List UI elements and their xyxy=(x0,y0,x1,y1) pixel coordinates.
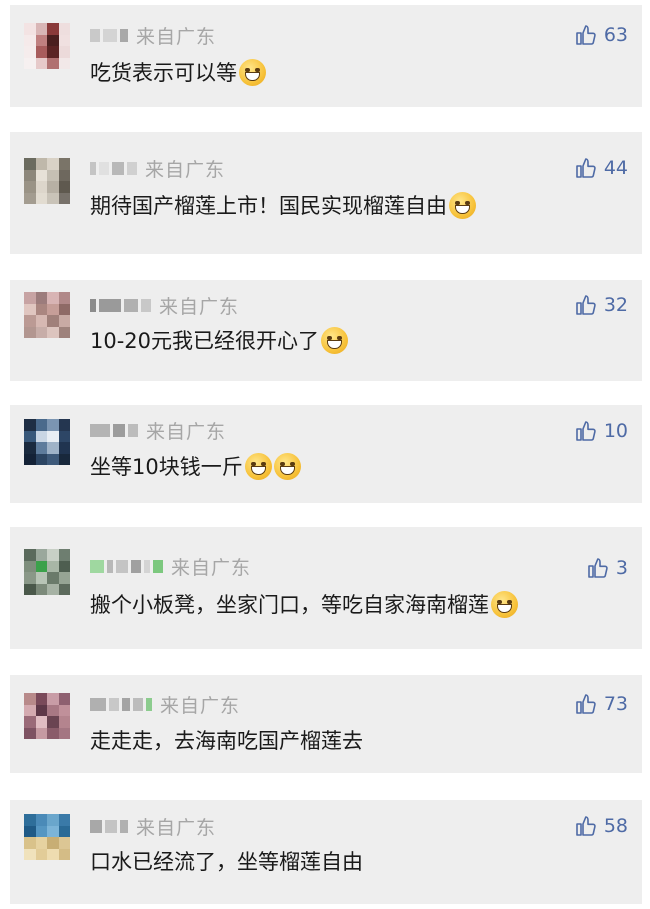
like-count: 32 xyxy=(603,294,628,316)
like-count: 44 xyxy=(603,157,628,179)
emoji-face-icon xyxy=(491,590,518,618)
comment-region: 来自广东 xyxy=(136,25,217,48)
like-count: 73 xyxy=(603,693,628,715)
like-button[interactable]: 58 xyxy=(574,812,628,840)
comment-meta: 来自广东 xyxy=(90,418,227,443)
username-pixelated[interactable] xyxy=(90,559,163,573)
comment-region: 来自广东 xyxy=(160,694,241,717)
avatar[interactable] xyxy=(24,419,70,465)
username-pixelated[interactable] xyxy=(90,819,128,833)
username-pixelated[interactable] xyxy=(90,28,128,42)
avatar[interactable] xyxy=(24,23,70,69)
comment-text: 期待国产榴莲上市！国民实现榴莲自由 xyxy=(90,190,476,220)
comment-text: 搬个小板凳，坐家门口，等吃自家海南榴莲 xyxy=(90,589,518,619)
like-button[interactable]: 3 xyxy=(586,554,628,582)
comment-region: 来自广东 xyxy=(145,158,226,181)
avatar[interactable] xyxy=(24,158,70,204)
emoji-face-icon xyxy=(449,191,476,219)
like-count: 10 xyxy=(603,420,628,442)
like-count: 63 xyxy=(603,24,628,46)
comment-region: 来自广东 xyxy=(146,420,227,443)
comment-card: 来自广东 坐等10块钱一斤 10 xyxy=(10,405,642,503)
comment-text: 吃货表示可以等 xyxy=(90,57,266,87)
avatar[interactable] xyxy=(24,292,70,338)
comment-meta: 来自广东 xyxy=(90,692,241,717)
username-pixelated[interactable] xyxy=(90,161,137,175)
comment-text-content: 吃货表示可以等 xyxy=(90,61,237,85)
like-button[interactable]: 32 xyxy=(574,291,628,319)
comment-text-content: 期待国产榴莲上市！国民实现榴莲自由 xyxy=(90,194,447,218)
like-button[interactable]: 63 xyxy=(574,21,628,49)
thumbs-up-icon xyxy=(576,158,596,178)
username-pixelated[interactable] xyxy=(90,697,152,711)
comment-card: 来自广东 期待国产榴莲上市！国民实现榴莲自由 44 xyxy=(10,132,642,254)
emoji-face-icon xyxy=(239,58,266,86)
username-pixelated[interactable] xyxy=(90,423,138,437)
comment-meta: 来自广东 xyxy=(90,554,252,579)
comment-text-content: 搬个小板凳，坐家门口，等吃自家海南榴莲 xyxy=(90,593,489,617)
thumbs-up-icon xyxy=(576,295,596,315)
thumbs-up-icon xyxy=(576,421,596,441)
like-count: 58 xyxy=(603,815,628,837)
comment-card: 来自广东 10-20元我已经很开心了 32 xyxy=(10,280,642,381)
comment-region: 来自广东 xyxy=(136,816,217,839)
comment-text: 走走走，去海南吃国产榴莲去 xyxy=(90,725,363,755)
comment-region: 来自广东 xyxy=(171,556,252,579)
thumbs-up-icon xyxy=(576,816,596,836)
username-pixelated[interactable] xyxy=(90,298,151,312)
avatar[interactable] xyxy=(24,693,70,739)
comment-meta: 来自广东 xyxy=(90,23,217,48)
emoji-face-icon xyxy=(273,452,301,480)
emoji-face-icon xyxy=(321,326,349,354)
thumbs-up-icon xyxy=(576,694,596,714)
comment-text-content: 口水已经流了，坐等榴莲自由 xyxy=(90,850,363,874)
avatar[interactable] xyxy=(24,814,70,860)
thumbs-up-icon xyxy=(588,558,608,578)
emoji-face-icon xyxy=(244,452,272,480)
comment-text: 口水已经流了，坐等榴莲自由 xyxy=(90,846,363,876)
comment-meta: 来自广东 xyxy=(90,814,217,839)
like-button[interactable]: 73 xyxy=(574,690,628,718)
comment-text: 10-20元我已经很开心了 xyxy=(90,325,349,355)
comment-meta: 来自广东 xyxy=(90,293,240,318)
comment-region: 来自广东 xyxy=(159,295,240,318)
like-button[interactable]: 10 xyxy=(574,417,628,445)
comment-card: 来自广东 吃货表示可以等 63 xyxy=(10,5,642,107)
comment-card: 来自广东 走走走，去海南吃国产榴莲去 73 xyxy=(10,675,642,773)
comment-text-content: 10-20元我已经很开心了 xyxy=(90,329,320,353)
comment-meta: 来自广东 xyxy=(90,156,226,181)
like-count: 3 xyxy=(615,557,628,579)
like-button[interactable]: 44 xyxy=(574,154,628,182)
avatar[interactable] xyxy=(24,549,70,595)
thumbs-up-icon xyxy=(576,25,596,45)
comment-text: 坐等10块钱一斤 xyxy=(90,451,301,481)
comment-text-content: 走走走，去海南吃国产榴莲去 xyxy=(90,729,363,753)
comment-card: 来自广东 口水已经流了，坐等榴莲自由 58 xyxy=(10,800,642,904)
comment-text-content: 坐等10块钱一斤 xyxy=(90,455,243,479)
comment-card: 来自广东 搬个小板凳，坐家门口，等吃自家海南榴莲 3 xyxy=(10,527,642,649)
